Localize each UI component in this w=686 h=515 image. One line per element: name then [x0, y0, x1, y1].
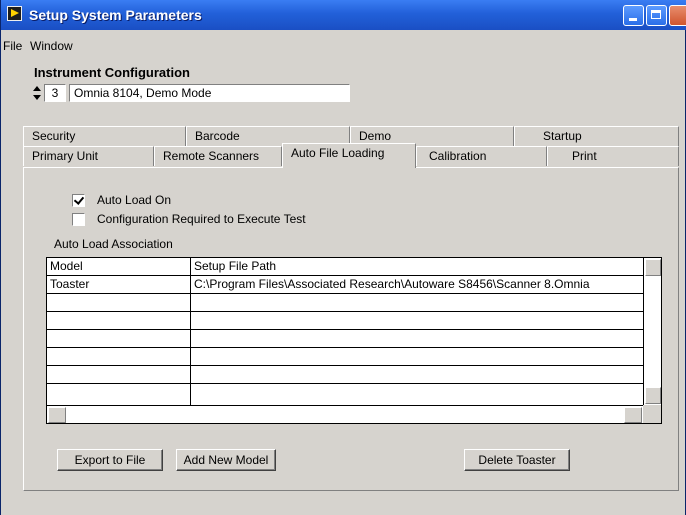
- spin-down-icon[interactable]: [33, 95, 41, 100]
- tab-print[interactable]: Print: [547, 146, 679, 166]
- minimize-icon[interactable]: [623, 5, 644, 26]
- scroll-right-thumb[interactable]: [624, 407, 642, 423]
- cell-model[interactable]: [47, 312, 191, 329]
- cell-setup-file-path[interactable]: C:\Program Files\Associated Research\Aut…: [191, 276, 643, 293]
- auto-load-association-label: Auto Load Association: [54, 237, 173, 251]
- tab-startup[interactable]: Startup: [514, 126, 679, 146]
- config-required-label: Configuration Required to Execute Test: [97, 212, 306, 226]
- auto-load-association-table[interactable]: Model Setup File Path Toaster C:\Program…: [46, 257, 662, 424]
- table-row[interactable]: [47, 348, 643, 366]
- cell-model[interactable]: [47, 366, 191, 383]
- setup-window: Setup System Parameters File Window Inst…: [0, 0, 686, 515]
- menu-window[interactable]: Window: [30, 39, 73, 53]
- config-required-checkbox[interactable]: [72, 213, 85, 226]
- cell-model[interactable]: [47, 384, 191, 405]
- export-to-file-button[interactable]: Export to File: [57, 449, 163, 471]
- maximize-icon[interactable]: [646, 5, 667, 26]
- tab-calibration[interactable]: Calibration: [416, 146, 547, 166]
- instrument-config-heading: Instrument Configuration: [34, 65, 190, 80]
- scroll-corner: [643, 405, 661, 423]
- header-model: Model: [47, 258, 191, 275]
- close-icon[interactable]: [669, 5, 686, 26]
- table-header-row: Model Setup File Path: [47, 258, 643, 276]
- table-row[interactable]: [47, 366, 643, 384]
- vertical-scrollbar[interactable]: [643, 258, 661, 406]
- tab-security[interactable]: Security: [23, 126, 186, 146]
- cell-model[interactable]: [47, 294, 191, 311]
- table-row[interactable]: Toaster C:\Program Files\Associated Rese…: [47, 276, 643, 294]
- table-row[interactable]: [47, 330, 643, 348]
- cell-setup-file-path[interactable]: [191, 312, 643, 329]
- config-name-field[interactable]: Omnia 8104, Demo Mode: [69, 84, 350, 102]
- scroll-up-thumb[interactable]: [645, 259, 661, 276]
- scroll-down-thumb[interactable]: [645, 387, 661, 404]
- table-row[interactable]: [47, 294, 643, 312]
- horizontal-scrollbar[interactable]: [47, 405, 643, 423]
- cell-setup-file-path[interactable]: [191, 366, 643, 383]
- cell-model[interactable]: [47, 330, 191, 347]
- window-title: Setup System Parameters: [29, 7, 202, 23]
- auto-load-on-checkbox[interactable]: [72, 194, 85, 207]
- delete-toaster-button[interactable]: Delete Toaster: [464, 449, 570, 471]
- cell-setup-file-path[interactable]: [191, 348, 643, 365]
- auto-load-on-label: Auto Load On: [97, 193, 172, 207]
- cell-setup-file-path[interactable]: [191, 294, 643, 311]
- config-index-field[interactable]: 3: [44, 84, 66, 102]
- tab-auto-file-loading[interactable]: Auto File Loading: [282, 143, 416, 168]
- add-new-model-button[interactable]: Add New Model: [176, 449, 276, 471]
- cell-setup-file-path[interactable]: [191, 384, 643, 405]
- cell-model[interactable]: [47, 348, 191, 365]
- tab-primary-unit[interactable]: Primary Unit: [23, 146, 154, 166]
- header-setup-file-path: Setup File Path: [194, 259, 277, 273]
- menu-bar: File Window: [1, 38, 686, 56]
- labview-app-icon: [7, 6, 22, 21]
- scroll-left-thumb[interactable]: [48, 407, 66, 423]
- index-spinner[interactable]: [32, 84, 42, 102]
- menu-file[interactable]: File: [3, 39, 22, 53]
- cell-model[interactable]: Toaster: [47, 276, 191, 293]
- table-row[interactable]: [47, 384, 643, 405]
- title-bar[interactable]: Setup System Parameters: [1, 0, 686, 30]
- spin-up-icon[interactable]: [33, 86, 41, 91]
- cell-setup-file-path[interactable]: [191, 330, 643, 347]
- table-row[interactable]: [47, 312, 643, 330]
- tab-remote-scanners[interactable]: Remote Scanners: [154, 146, 282, 166]
